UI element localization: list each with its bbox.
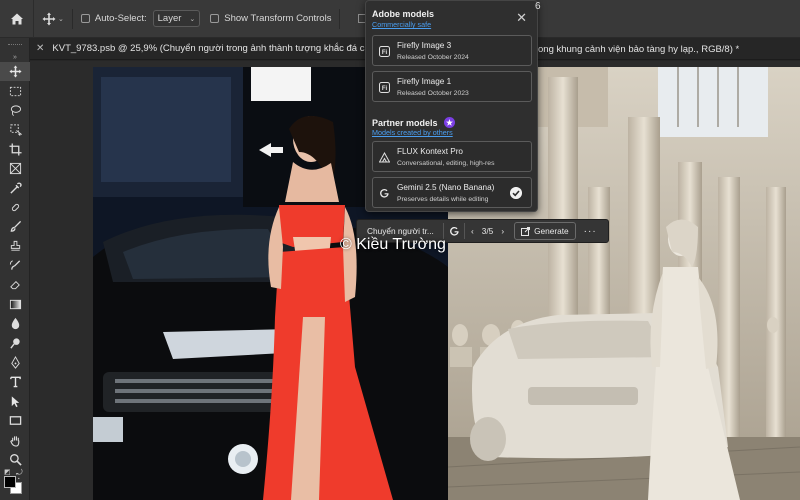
variation-counter: 3/5 [481,226,494,236]
tab-title: KVT_9783.psb @ 25,9% (Chuyển người trong… [52,43,404,54]
path-selection-tool-icon[interactable] [0,392,30,411]
model-option-flux-kontext-pro[interactable]: FLUX Kontext Pro Conversational, editing… [372,141,532,172]
adobe-models-heading: Adobe models [372,9,435,19]
move-tool-icon[interactable] [0,62,30,82]
svg-text:Fi: Fi [382,86,388,92]
tools-panel: » ··· ◩ ⤾ [0,38,30,500]
lasso-tool-icon[interactable] [0,101,30,120]
tab-document-1[interactable]: ✕ KVT_9783.psb @ 25,9% (Chuyển người tro… [30,38,404,60]
auto-select-value: Layer [157,13,182,24]
model-picker-button[interactable] [444,226,464,237]
partner-models-heading-text: Partner models [372,118,438,128]
auto-select-checkbox[interactable] [80,14,90,23]
auto-select-dropdown[interactable]: Layer ⌄ [152,10,201,27]
auto-select-label: Auto-Select: [94,13,147,24]
svg-text:Fi: Fi [382,50,388,56]
prompt-input[interactable]: Chuyển người tr... [357,226,443,236]
variation-navigator: ‹ 3/5 › [465,226,510,236]
more-options-icon[interactable]: ··· [584,226,597,237]
google-g-icon [449,226,459,236]
flux-icon [379,152,390,163]
model-name: Gemini 2.5 (Nano Banana) [397,183,495,192]
photoshop-window: ⌄ Auto-Select: Layer ⌄ Show Transform Co… [0,0,800,500]
window-title-fragment: 6 [535,1,541,12]
blur-tool-icon[interactable] [0,314,30,333]
model-desc: Conversational, editing, high-res [397,160,495,167]
model-name: Firefly Image 3 [397,41,452,50]
model-option-firefly-image-1[interactable]: Fi Firefly Image 1 Released October 2023 [372,71,532,102]
rectangle-tool-icon[interactable] [0,411,30,430]
show-transform-checkbox[interactable] [210,14,220,23]
partner-badge-icon [444,117,456,128]
firefly-icon: Fi [379,46,390,57]
model-picker-panel: ✕ Adobe models Commercially safe Fi Fire… [365,0,538,212]
tab-document-2[interactable]: ong khung cảnh viện bảo tàng hy lạp., RG… [538,38,739,60]
swap-colors-icon[interactable]: ⤾ [16,468,23,478]
eyedropper-tool-icon[interactable] [0,178,30,197]
pen-tool-icon[interactable] [0,353,30,372]
frame-tool-icon[interactable] [0,159,30,178]
model-name: FLUX Kontext Pro [397,147,463,156]
generate-button[interactable]: Generate [514,222,576,240]
model-name: Firefly Image 1 [397,77,452,86]
zoom-tool-icon[interactable] [0,450,30,469]
copyright-watermark: © Kiều Trường [340,236,446,253]
show-transform-label: Show Transform Controls [224,13,332,24]
partner-models-heading: Partner models [372,117,456,128]
generate-icon [521,226,531,236]
type-tool-icon[interactable] [0,372,30,391]
chevron-down-icon: ⌄ [58,15,64,23]
home-icon [10,13,23,24]
model-option-gemini[interactable]: Gemini 2.5 (Nano Banana) Preserves detai… [372,177,532,208]
commercially-safe-link[interactable]: Commercially safe [372,20,431,29]
clone-stamp-tool-icon[interactable] [0,237,30,256]
toolbar-grip[interactable] [0,38,29,52]
close-icon[interactable]: ✕ [516,10,527,26]
object-selection-tool-icon[interactable] [0,120,30,139]
foreground-color-swatch[interactable] [4,476,16,488]
generate-label: Generate [534,226,569,236]
divider [71,8,73,29]
marquee-tool-icon[interactable] [0,81,30,100]
tab-title: ong khung cảnh viện bảo tàng hy lạp., RG… [538,43,740,55]
brush-tool-icon[interactable] [0,217,30,236]
model-option-firefly-image-3[interactable]: Fi Firefly Image 3 Released October 2024 [372,35,532,66]
history-brush-tool-icon[interactable] [0,256,30,275]
models-created-by-others-link[interactable]: Models created by others [372,128,453,137]
dodge-tool-icon[interactable] [0,333,30,352]
model-desc: Released October 2024 [397,54,469,61]
divider [339,8,341,29]
crop-tool-icon[interactable] [0,140,30,159]
eraser-tool-icon[interactable] [0,275,30,294]
google-g-icon [380,188,389,198]
previous-variation-icon[interactable]: ‹ [471,226,474,236]
color-swatches: ◩ ⤾ [4,468,26,496]
hand-tool-icon[interactable] [0,430,30,449]
move-tool-preset[interactable]: ⌄ [42,12,64,26]
default-colors-icon[interactable]: ◩ [4,468,11,476]
gradient-tool-icon[interactable] [0,295,30,314]
move-icon [42,12,56,25]
close-tab-icon[interactable]: ✕ [36,43,44,54]
next-variation-icon[interactable]: › [501,226,504,236]
firefly-icon: Fi [379,82,390,93]
spot-healing-tool-icon[interactable] [0,198,30,217]
model-desc: Preserves details while editing [397,196,489,203]
chevron-down-icon: ⌄ [189,15,196,23]
home-button[interactable] [0,0,34,38]
model-desc: Released October 2023 [397,90,469,97]
expand-toolbar-icon[interactable]: » [0,52,30,62]
selected-check-icon [510,187,522,199]
